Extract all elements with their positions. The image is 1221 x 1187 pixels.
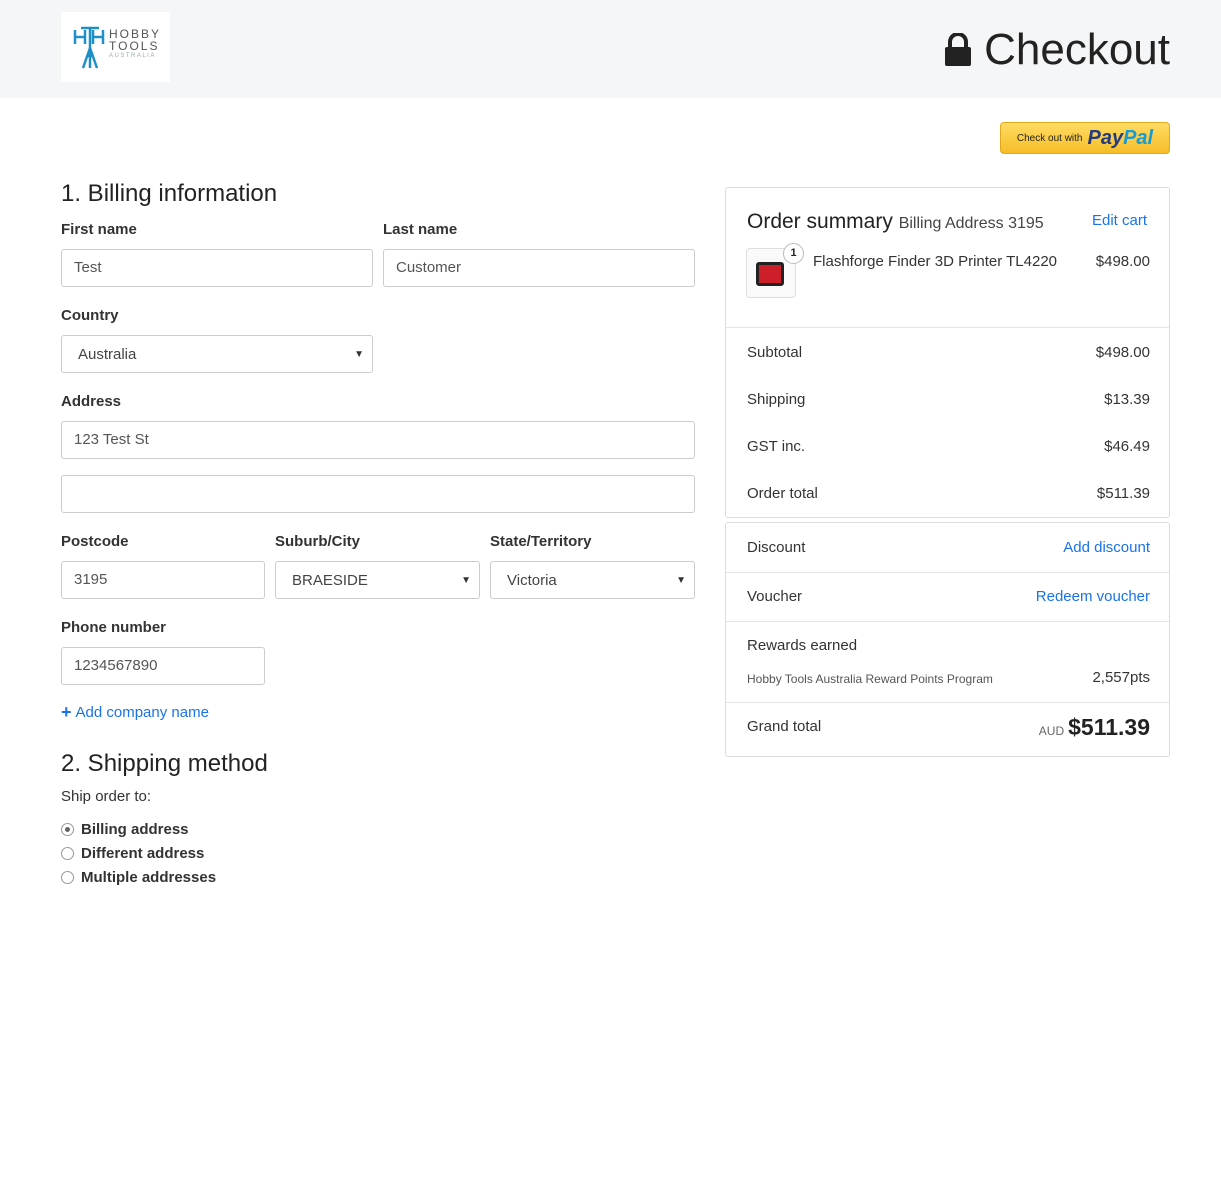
order-total-value: $511.39	[1096, 485, 1150, 502]
plus-icon: +	[61, 702, 72, 722]
country-value: Australia	[78, 346, 137, 363]
lock-icon	[945, 33, 972, 66]
grand-total: AUD $511.39	[1039, 714, 1150, 741]
chevron-down-icon: ▼	[461, 575, 471, 586]
rewards-program-name: Hobby Tools Australia Reward Points Prog…	[747, 672, 993, 686]
postcode-label: Postcode	[61, 533, 129, 550]
country-label: Country	[61, 307, 119, 324]
radio-checked[interactable]	[61, 823, 74, 836]
radio-unchecked[interactable]	[61, 847, 74, 860]
divider	[726, 621, 1169, 622]
shipping-label: Shipping	[747, 391, 806, 408]
ship-option-multiple[interactable]: Multiple addresses	[61, 869, 216, 886]
ship-to-label: Ship order to:	[61, 788, 152, 805]
rewards-points: 2,557pts	[1092, 669, 1150, 686]
state-label: State/Territory	[490, 533, 592, 550]
billing-heading: 1. Billing information	[61, 180, 278, 207]
page-title-text: Checkout	[984, 25, 1170, 74]
site-logo[interactable]: HOBBY TOOLS AUSTRALIA	[61, 12, 170, 82]
gst-value: $46.49	[1104, 438, 1150, 455]
logo-wordmark: HOBBY TOOLS AUSTRALIA	[109, 28, 161, 61]
voucher-label: Voucher	[747, 588, 803, 605]
edit-cart-link[interactable]: Edit cart	[1092, 212, 1147, 229]
product-price: $498.00	[1095, 253, 1150, 270]
subtotal-value: $498.00	[1095, 344, 1150, 361]
discount-label: Discount	[747, 539, 806, 556]
quantity-badge: 1	[783, 243, 804, 264]
first-name-input[interactable]: Test	[61, 249, 373, 287]
address-line2-input[interactable]	[61, 475, 695, 513]
paypal-brand-2: Pal	[1123, 126, 1154, 149]
paypal-brand-1: Pay	[1087, 126, 1124, 149]
divider	[726, 327, 1169, 328]
rewards-label: Rewards earned	[747, 637, 858, 654]
ship-option-label: Different address	[81, 845, 205, 862]
ship-option-label: Multiple addresses	[81, 869, 217, 886]
first-name-label: First name	[61, 221, 137, 238]
address-line1-input[interactable]: 123 Test St	[61, 421, 695, 459]
radio-unchecked[interactable]	[61, 871, 74, 884]
subtotal-label: Subtotal	[747, 344, 803, 361]
grand-total-label: Grand total	[747, 718, 822, 735]
logo-line-2: TOOLS	[109, 39, 160, 53]
suburb-label: Suburb/City	[275, 533, 360, 550]
address-label: Address	[61, 393, 122, 410]
postcode-input[interactable]: 3195	[61, 561, 265, 599]
state-select[interactable]: Victoria ▼	[490, 561, 695, 599]
order-summary-heading: Order summary Billing Address 3195	[747, 210, 1044, 234]
printer-image	[756, 262, 784, 286]
gst-label: GST inc.	[747, 438, 806, 455]
page-title: Checkout	[944, 26, 1170, 74]
redeem-voucher-link[interactable]: Redeem voucher	[1036, 588, 1150, 605]
shipping-heading: 2. Shipping method	[61, 750, 268, 777]
add-company-text: Add company name	[75, 703, 209, 721]
chevron-down-icon: ▼	[676, 575, 686, 586]
add-discount-link[interactable]: Add discount	[1063, 539, 1150, 556]
last-name-label: Last name	[383, 221, 458, 238]
product-name: Flashforge Finder 3D Printer TL4220	[813, 253, 1058, 270]
ship-option-label: Billing address	[81, 821, 189, 838]
divider	[726, 572, 1169, 573]
suburb-select[interactable]: BRAESIDE ▼	[275, 561, 480, 599]
billing-address-summary: Billing Address 3195	[898, 215, 1044, 232]
chevron-down-icon: ▼	[354, 349, 364, 360]
top-header: HOBBY TOOLS AUSTRALIA Checkout	[0, 0, 1221, 98]
ship-option-different[interactable]: Different address	[61, 845, 204, 862]
phone-label: Phone number	[61, 619, 167, 636]
order-total-label: Order total	[747, 485, 818, 502]
phone-input[interactable]: 1234567890	[61, 647, 265, 685]
country-select[interactable]: Australia ▼	[61, 335, 373, 373]
logo-line-3: AUSTRALIA	[109, 53, 156, 59]
ship-option-billing[interactable]: Billing address	[61, 821, 189, 838]
logo-mark-icon	[73, 26, 105, 69]
grand-total-value: $511.39	[1068, 714, 1150, 740]
currency-code: AUD	[1038, 724, 1065, 738]
paypal-logo: PayPal	[1087, 127, 1153, 150]
suburb-value: BRAESIDE	[292, 572, 368, 589]
order-summary-title: Order summary	[747, 210, 893, 233]
last-name-input[interactable]: Customer	[383, 249, 695, 287]
add-company-link[interactable]: + Add company name	[61, 703, 209, 721]
paypal-checkout-button[interactable]: Check out with PayPal	[1000, 122, 1170, 154]
extras-panel: Discount Add discount Voucher Redeem vou…	[725, 522, 1170, 757]
order-summary-panel: Order summary Billing Address 3195 Edit …	[725, 187, 1170, 518]
shipping-value: $13.39	[1104, 391, 1150, 408]
divider	[726, 702, 1169, 703]
paypal-prefix: Check out with	[1016, 132, 1083, 144]
state-value: Victoria	[507, 572, 557, 589]
